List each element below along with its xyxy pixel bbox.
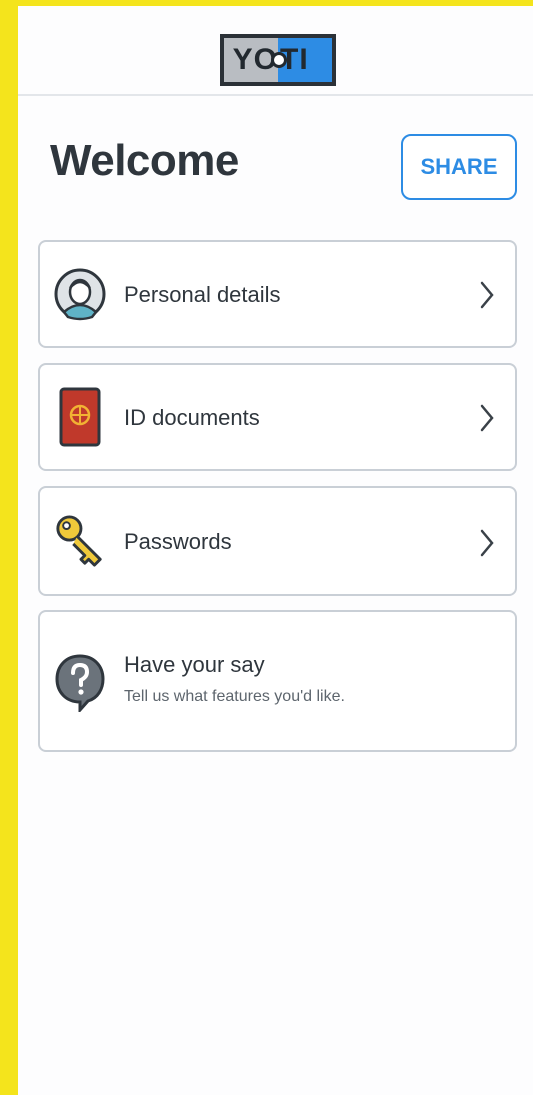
share-button[interactable]: SHARE — [401, 134, 517, 200]
menu-item-have-your-say[interactable]: Have your say Tell us what features you'… — [38, 610, 517, 752]
menu-item-label: Passwords — [124, 529, 232, 554]
chevron-right-icon — [477, 403, 497, 433]
yoti-logo: YO TI — [220, 34, 336, 86]
menu-item-passwords[interactable]: Passwords — [38, 486, 517, 596]
chevron-right-icon — [477, 280, 497, 310]
app-screen: YO TI Welcome SHARE Personal details ID … — [18, 6, 533, 1095]
page-title: Welcome — [50, 136, 239, 185]
menu-item-label: ID documents — [124, 405, 260, 430]
logo-left-segment: YO — [224, 38, 287, 82]
menu-item-label: Have your say — [124, 652, 265, 677]
person-avatar-icon — [54, 264, 106, 324]
question-bubble-icon — [54, 652, 106, 712]
logo-dot — [271, 52, 287, 68]
menu-item-label: Personal details — [124, 282, 281, 307]
menu-item-id-documents[interactable]: ID documents — [38, 363, 517, 471]
menu-item-sublabel: Tell us what features you'd like. — [124, 688, 345, 705]
menu-item-personal-details[interactable]: Personal details — [38, 240, 517, 348]
key-icon — [54, 512, 106, 572]
app-header: YO TI — [18, 6, 533, 96]
chevron-right-icon — [477, 528, 497, 558]
passport-icon — [54, 387, 106, 447]
